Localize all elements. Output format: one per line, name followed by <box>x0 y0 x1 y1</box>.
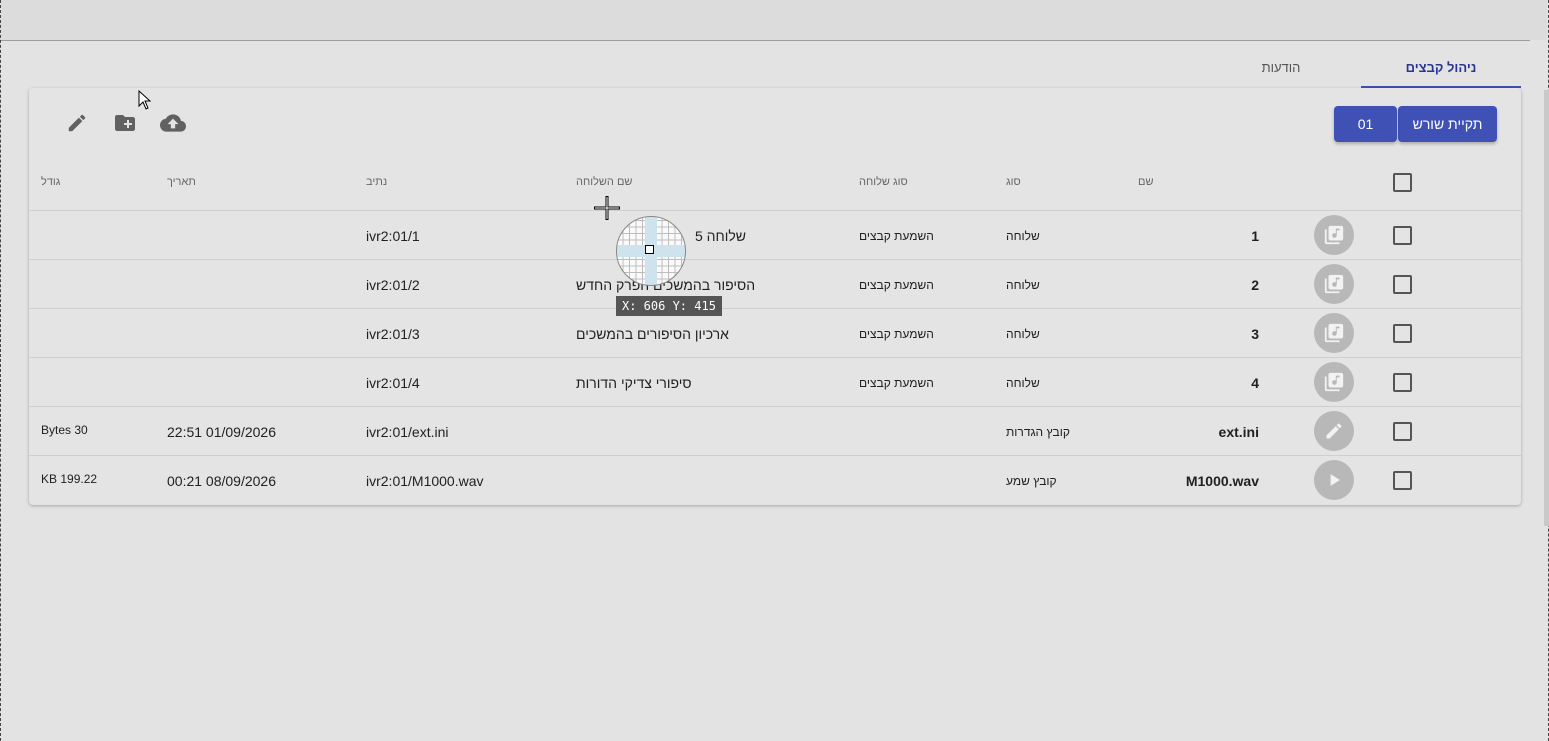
upload-button[interactable] <box>158 108 188 138</box>
row-ext-name: סיפורי צדיקי הדורות <box>576 374 692 391</box>
column-header-date[interactable]: תאריך <box>167 176 196 188</box>
mouse-pointer-icon <box>138 90 152 110</box>
edit-button[interactable] <box>62 108 92 138</box>
coordinate-readout: X: 606 Y: 415 <box>616 296 722 316</box>
row-avatar[interactable] <box>1314 411 1354 451</box>
row-name: 1 <box>1251 227 1259 244</box>
row-path: ivr2:01/1 <box>366 227 420 244</box>
row-name: 4 <box>1251 374 1259 391</box>
row-avatar[interactable] <box>1314 215 1354 255</box>
scrollbar-thumb[interactable] <box>1544 90 1549 526</box>
row-avatar[interactable] <box>1314 362 1354 402</box>
row-path: ivr2:01/3 <box>366 325 420 342</box>
row-type: שלוחה <box>1006 375 1040 390</box>
top-app-bar <box>1 0 1547 41</box>
music-library-icon <box>1324 372 1344 392</box>
music-library-icon <box>1324 225 1344 245</box>
row-checkbox[interactable] <box>1393 226 1412 245</box>
row-ext-type: השמעת קבצים <box>859 375 934 390</box>
row-type: קובץ הגדרות <box>1006 424 1070 439</box>
row-name: M1000.wav <box>1185 472 1259 489</box>
table-row[interactable]: 4 שלוחה השמעת קבצים סיפורי צדיקי הדורות … <box>29 357 1521 407</box>
row-checkbox[interactable] <box>1393 422 1412 441</box>
table-row[interactable]: 2 שלוחה השמעת קבצים הסיפור בהמשכים הפרק … <box>29 259 1521 309</box>
crosshair-icon <box>594 196 620 220</box>
screen-border-left <box>0 0 1 741</box>
row-size: Bytes 30 <box>41 423 88 437</box>
row-path: ivr2:01/ext.ini <box>366 423 449 440</box>
add-folder-button[interactable] <box>110 108 140 138</box>
row-date: 22:51 01/09/2026 <box>167 423 276 440</box>
play-icon <box>1330 474 1340 486</box>
row-checkbox[interactable] <box>1393 471 1412 490</box>
file-manager-card: תקיית שורש 01 שם סוג סוג שלוחה שם השלוחה… <box>29 88 1521 505</box>
root-folder-button[interactable]: תקיית שורש <box>1398 106 1497 142</box>
row-checkbox[interactable] <box>1393 275 1412 294</box>
edit-icon <box>68 114 86 132</box>
magnifier-center-marker <box>645 245 654 254</box>
column-header-ext-type[interactable]: סוג שלוחה <box>859 176 908 188</box>
add-folder-icon <box>115 115 135 131</box>
row-ext-name: ארכיון הסיפורים בהמשכים <box>576 325 729 342</box>
row-type: שלוחה <box>1006 326 1040 341</box>
row-type: שלוחה <box>1006 228 1040 243</box>
tab-file-management[interactable]: ניהול קבצים <box>1361 48 1521 86</box>
row-path: ivr2:01/4 <box>366 374 420 391</box>
row-type: שלוחה <box>1006 277 1040 292</box>
column-header-ext-name[interactable]: שם השלוחה <box>576 176 632 188</box>
table-row[interactable]: M1000.wav קובץ שמע ivr2:01/M1000.wav 00:… <box>29 455 1521 505</box>
column-header-type[interactable]: סוג <box>1006 176 1021 188</box>
column-header-path[interactable]: נתיב <box>366 176 387 188</box>
row-name: ext.ini <box>1218 423 1259 440</box>
table-row[interactable]: 1 שלוחה השמעת קבצים שלוחה 5 ivr2:01/1 <box>29 210 1521 260</box>
table-row[interactable]: ext.ini קובץ הגדרות ivr2:01/ext.ini 22:5… <box>29 406 1521 456</box>
column-header-size[interactable]: גודל <box>41 176 60 188</box>
row-type: קובץ שמע <box>1006 473 1057 488</box>
row-avatar[interactable] <box>1314 313 1354 353</box>
row-ext-type: השמעת קבצים <box>859 228 934 243</box>
music-library-icon <box>1324 323 1344 343</box>
row-avatar[interactable] <box>1314 460 1354 500</box>
upload-icon <box>160 114 186 132</box>
row-avatar[interactable] <box>1314 264 1354 304</box>
row-ext-type: השמעת קבצים <box>859 277 934 292</box>
select-all-checkbox[interactable] <box>1393 173 1412 192</box>
row-size: KB 199.22 <box>41 472 98 486</box>
row-name: 3 <box>1251 325 1259 342</box>
column-header-name[interactable]: שם <box>1138 176 1154 188</box>
row-path: ivr2:01/2 <box>366 276 420 293</box>
row-name: 2 <box>1251 276 1259 293</box>
folder-01-button[interactable]: 01 <box>1334 106 1397 142</box>
table-row[interactable]: 3 שלוחה השמעת קבצים ארכיון הסיפורים בהמש… <box>29 308 1521 358</box>
row-ext-type: השמעת קבצים <box>859 326 934 341</box>
edit-icon <box>1326 423 1342 439</box>
row-path: ivr2:01/M1000.wav <box>366 472 484 489</box>
row-checkbox[interactable] <box>1393 324 1412 343</box>
music-library-icon <box>1324 274 1344 294</box>
tab-messages[interactable]: הודעות <box>1201 48 1361 86</box>
row-date: 00:21 08/09/2026 <box>167 472 276 489</box>
row-checkbox[interactable] <box>1393 373 1412 392</box>
